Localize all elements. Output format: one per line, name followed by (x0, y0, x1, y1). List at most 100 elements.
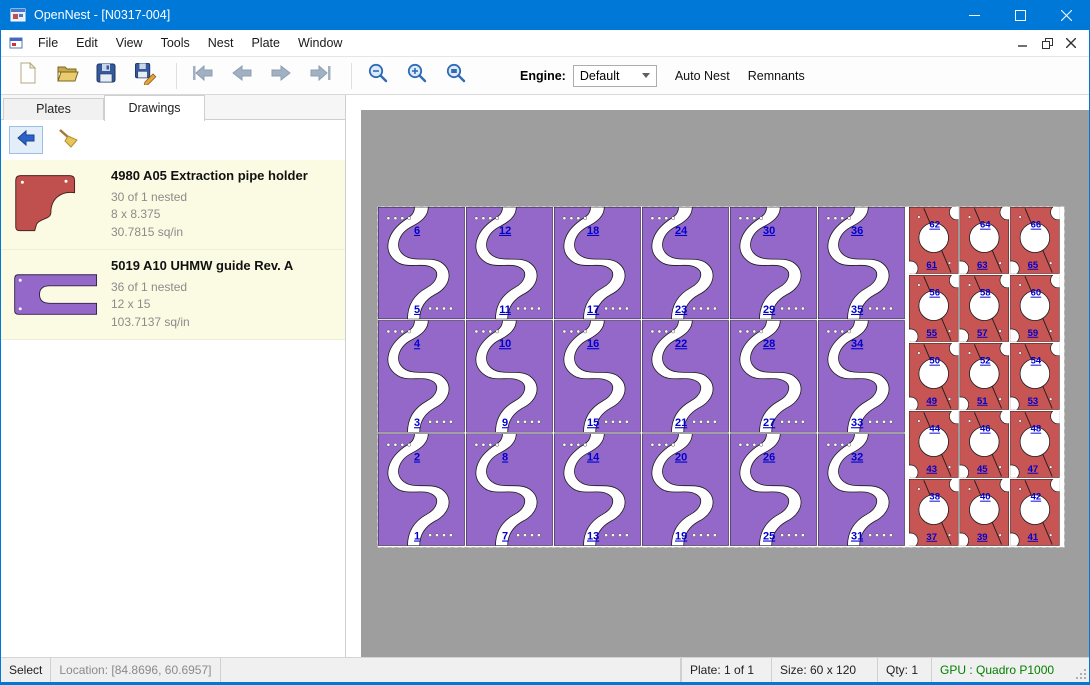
svg-text:52: 52 (980, 356, 991, 367)
open-button[interactable] (50, 60, 84, 92)
save-button[interactable] (89, 60, 123, 92)
nav-next-icon (268, 61, 294, 90)
svg-text:46: 46 (980, 424, 991, 435)
part-thumbnail (11, 168, 103, 241)
svg-text:12: 12 (499, 225, 511, 237)
menu-item-file[interactable]: File (29, 30, 67, 57)
nav-last-icon (307, 61, 333, 90)
menu-item-view[interactable]: View (107, 30, 152, 57)
menu-item-nest[interactable]: Nest (199, 30, 243, 57)
remnants-button[interactable]: Remnants (748, 69, 805, 83)
svg-text:15: 15 (587, 417, 599, 429)
status-plate: Plate: 1 of 1 (681, 658, 771, 682)
chevron-down-icon (642, 73, 650, 78)
window-close-button[interactable] (1043, 0, 1089, 30)
engine-select[interactable]: Default (573, 65, 657, 87)
svg-text:37: 37 (926, 532, 937, 543)
svg-text:60: 60 (1031, 288, 1042, 299)
purple-part-shape (15, 274, 97, 314)
svg-text:31: 31 (851, 531, 863, 543)
plate: 6512111817242330293635431091615222128273… (377, 206, 1065, 548)
svg-text:29: 29 (763, 304, 775, 316)
svg-text:23: 23 (675, 304, 687, 316)
last-plate-button[interactable] (303, 60, 337, 92)
svg-text:34: 34 (851, 338, 864, 350)
drawing-size: 8 x 8.375 (111, 206, 308, 223)
svg-text:24: 24 (675, 225, 688, 237)
drawing-nested-count: 30 of 1 nested (111, 189, 308, 206)
drawings-toolbar (1, 120, 345, 160)
menu-item-edit[interactable]: Edit (67, 30, 107, 57)
svg-text:16: 16 (587, 338, 599, 350)
tab-plates[interactable]: Plates (3, 98, 104, 120)
svg-text:4: 4 (414, 338, 421, 350)
svg-text:35: 35 (851, 304, 863, 316)
svg-text:39: 39 (977, 532, 988, 543)
svg-text:25: 25 (763, 531, 775, 543)
nest-plate-svg[interactable]: 6512111817242330293635431091615222128273… (377, 206, 1065, 548)
menu-item-plate[interactable]: Plate (242, 30, 289, 57)
tab-drawings[interactable]: Drawings (104, 95, 205, 121)
nest-canvas[interactable]: 6512111817242330293635431091615222128273… (361, 110, 1089, 657)
auto-nest-button[interactable]: Auto Nest (675, 69, 730, 83)
new-button[interactable] (11, 60, 45, 92)
zoom-in-button[interactable] (400, 60, 434, 92)
toolbar: Engine: Default Auto Nest Remnants (1, 57, 1089, 95)
svg-text:7: 7 (502, 531, 508, 543)
svg-text:2: 2 (414, 452, 420, 464)
svg-text:6: 6 (414, 225, 420, 237)
svg-text:47: 47 (1028, 464, 1039, 475)
zoom-out-button[interactable] (361, 60, 395, 92)
svg-text:42: 42 (1031, 492, 1042, 503)
svg-text:22: 22 (675, 338, 687, 350)
drawing-list-item[interactable]: 5019 A10 UHMW guide Rev. A 36 of 1 neste… (1, 250, 345, 340)
svg-text:49: 49 (926, 396, 937, 407)
next-plate-button[interactable] (264, 60, 298, 92)
mdi-restore-button[interactable] (1035, 33, 1059, 53)
menu-item-tools[interactable]: Tools (152, 30, 199, 57)
svg-text:50: 50 (929, 356, 940, 367)
engine-selected-value: Default (580, 69, 620, 83)
mdi-close-button[interactable] (1059, 33, 1083, 53)
nav-prev-icon (229, 61, 255, 90)
svg-text:57: 57 (977, 328, 988, 339)
window-minimize-button[interactable] (951, 0, 997, 30)
resize-grip[interactable] (1073, 658, 1089, 682)
zoom-in-icon (405, 61, 429, 90)
menu-item-window[interactable]: Window (289, 30, 351, 57)
zoom-fit-button[interactable] (439, 60, 473, 92)
svg-text:20: 20 (675, 452, 687, 464)
svg-text:1: 1 (414, 531, 420, 543)
status-size: Size: 60 x 120 (771, 658, 877, 682)
drawing-area: 30.7815 sq/in (111, 224, 308, 241)
svg-text:14: 14 (587, 452, 600, 464)
first-plate-button[interactable] (186, 60, 220, 92)
drawing-list-item[interactable]: 4980 A05 Extraction pipe holder 30 of 1 … (1, 160, 345, 250)
prev-plate-button[interactable] (225, 60, 259, 92)
new-icon (17, 61, 39, 90)
svg-text:61: 61 (926, 260, 937, 271)
mdi-window-controls (1011, 33, 1089, 53)
svg-text:65: 65 (1028, 260, 1039, 271)
svg-text:44: 44 (929, 424, 940, 435)
svg-text:53: 53 (1028, 396, 1039, 407)
part-thumbnail (11, 258, 103, 331)
svg-text:8: 8 (502, 452, 508, 464)
sidebar-tabstrip: Plates Drawings (1, 95, 345, 120)
mdi-minimize-button[interactable] (1011, 33, 1035, 53)
svg-text:64: 64 (980, 220, 991, 231)
open-folder-icon (55, 61, 79, 90)
window-maximize-button[interactable] (997, 0, 1043, 30)
import-drawing-button[interactable] (9, 126, 43, 154)
nav-first-icon (190, 61, 216, 90)
clean-drawings-button[interactable] (51, 126, 85, 154)
svg-text:38: 38 (929, 492, 940, 503)
svg-text:27: 27 (763, 417, 775, 429)
app-window: OpenNest - [N0317-004] File Edit View To… (0, 0, 1090, 685)
statusbar: Select Location: [84.8696, 60.6957] Plat… (1, 657, 1089, 682)
save-as-button[interactable] (128, 60, 162, 92)
svg-text:55: 55 (926, 328, 937, 339)
import-arrow-icon (15, 128, 37, 153)
svg-text:19: 19 (675, 531, 687, 543)
svg-text:13: 13 (587, 531, 599, 543)
